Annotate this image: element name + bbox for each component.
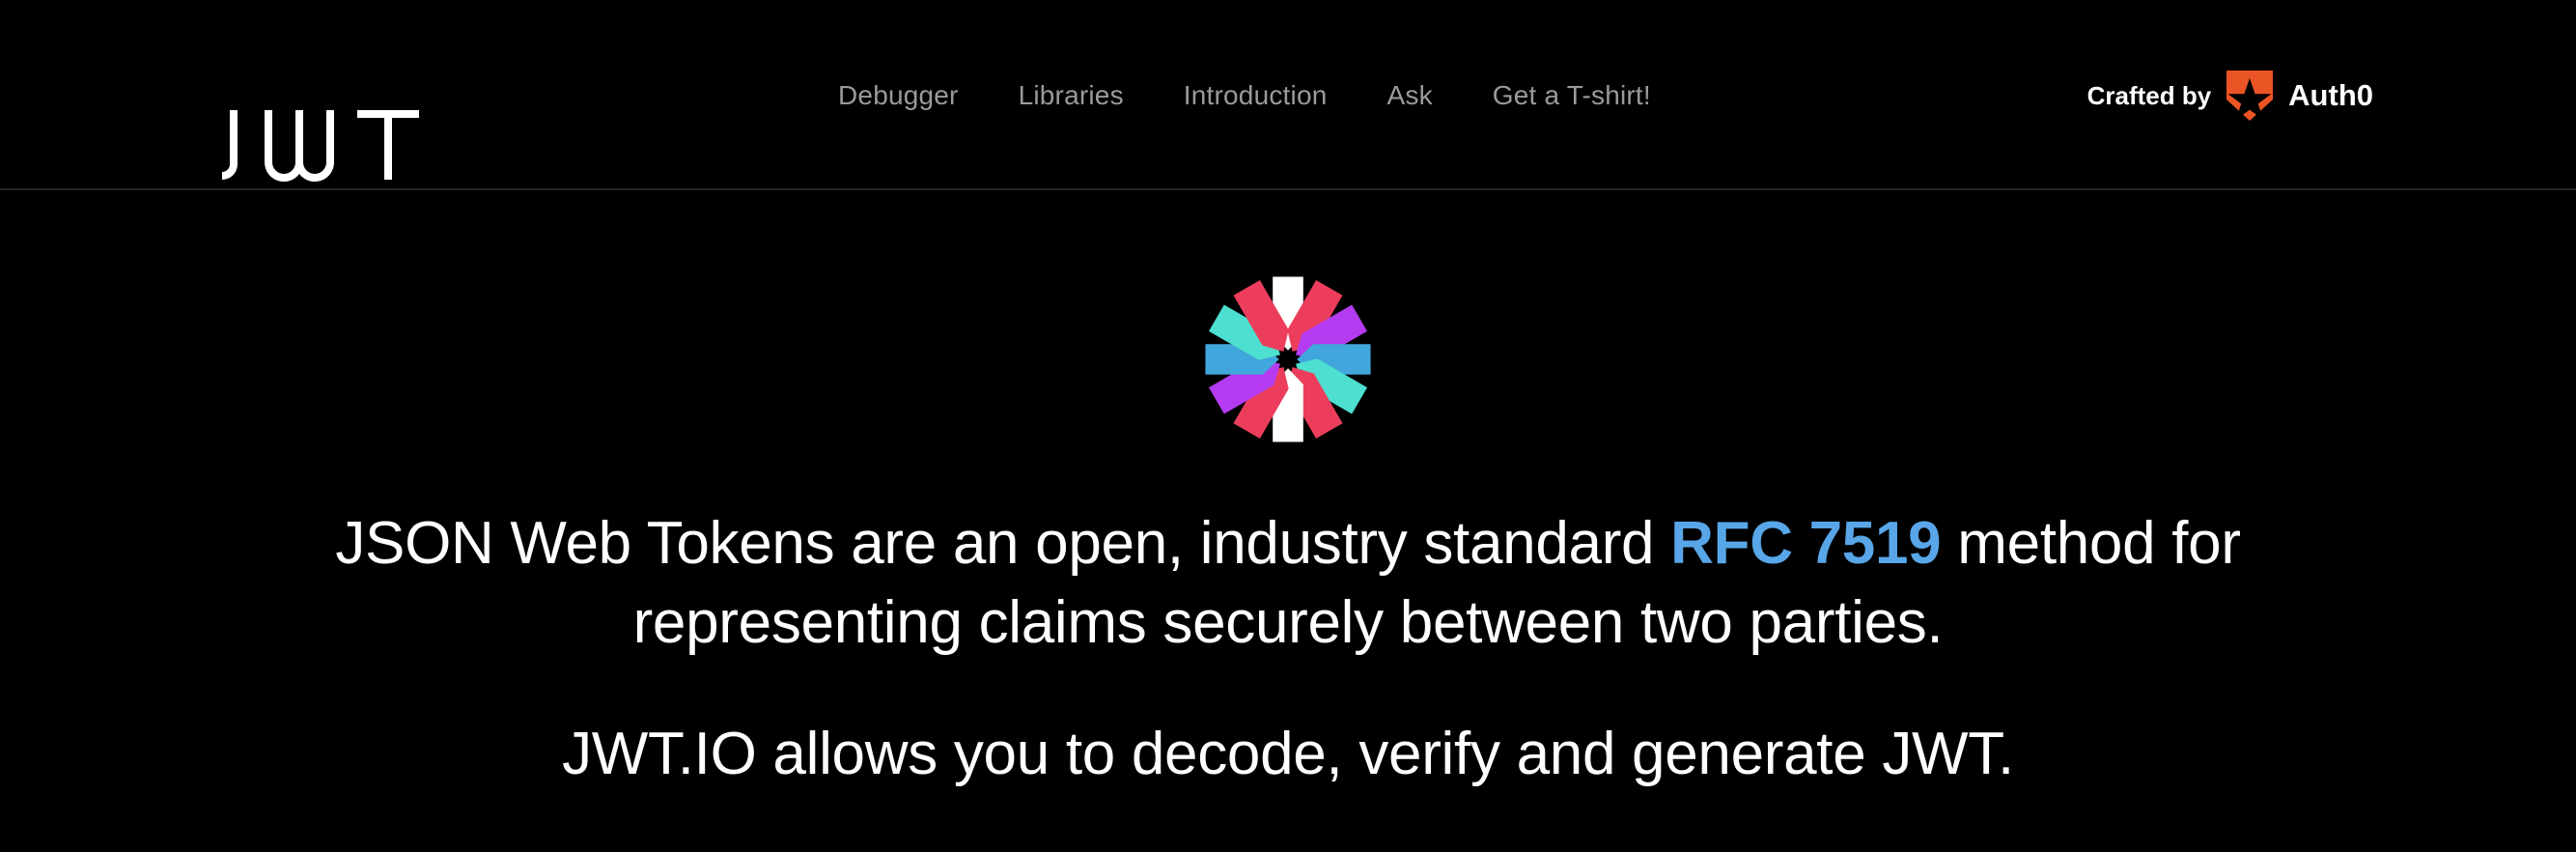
nav-link-introduction[interactable]: Introduction bbox=[1184, 81, 1328, 109]
hero-section: JSON Web Tokens are an open, industry st… bbox=[0, 190, 2576, 852]
jwt-pinwheel-icon bbox=[1205, 276, 1371, 442]
hero-paragraph-secondary: JWT.IO allows you to decode, verify and … bbox=[562, 720, 2014, 787]
jwt-logo-wordmark-icon bbox=[222, 110, 419, 182]
crafted-by-label: Crafted by bbox=[2086, 80, 2212, 110]
hero-paragraph-primary: JSON Web Tokens are an open, industry st… bbox=[178, 504, 2398, 663]
auth0-wordmark: Auth0 bbox=[2288, 78, 2373, 112]
nav-link-ask[interactable]: Ask bbox=[1387, 81, 1433, 109]
hero-copy: JSON Web Tokens are an open, industry st… bbox=[0, 504, 2576, 793]
crafted-by-auth0-link[interactable]: Crafted by Auth0 bbox=[2087, 0, 2373, 190]
auth0-shield-icon bbox=[2226, 70, 2274, 121]
site-header: Debugger Libraries Introduction Ask Get … bbox=[0, 0, 2576, 190]
nav-link-libraries[interactable]: Libraries bbox=[1019, 81, 1124, 109]
hero-text-before-link: JSON Web Tokens are an open, industry st… bbox=[335, 510, 1671, 577]
nav-link-debugger[interactable]: Debugger bbox=[838, 81, 959, 109]
main-nav: Debugger Libraries Introduction Ask Get … bbox=[838, 0, 1651, 190]
rfc-7519-link[interactable]: RFC 7519 bbox=[1670, 510, 1941, 577]
jwt-pinwheel-logo bbox=[0, 270, 2576, 449]
brand-logo-link[interactable] bbox=[108, 54, 419, 182]
nav-link-get-a-tshirt[interactable]: Get a T-shirt! bbox=[1493, 81, 1651, 109]
